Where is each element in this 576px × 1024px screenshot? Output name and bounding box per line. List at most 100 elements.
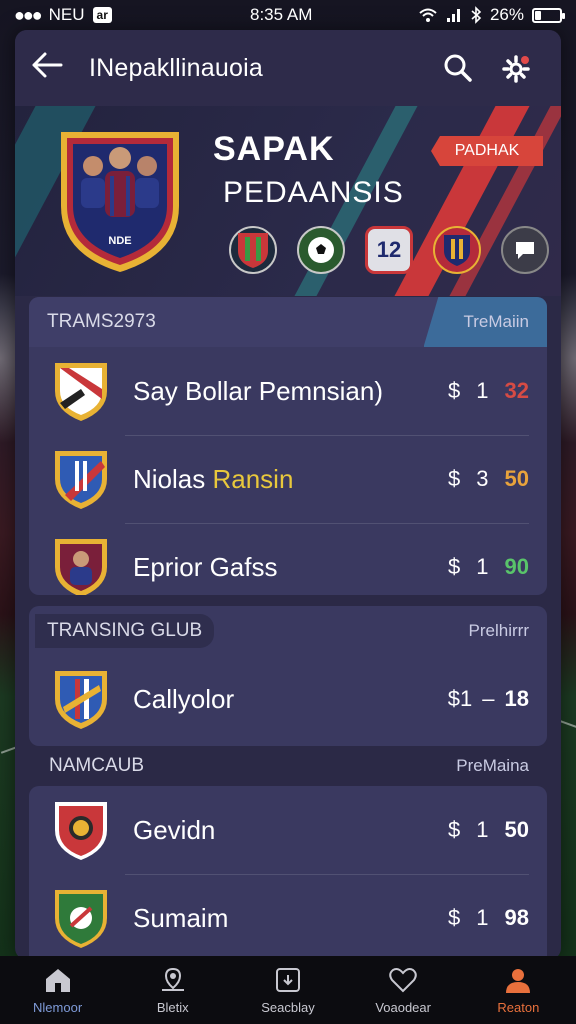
section-title: NAMCAUB	[49, 755, 145, 776]
price-symbol: $	[448, 817, 461, 842]
heart-icon	[389, 967, 417, 992]
status-bar: ●●● NEU ar 8:35 AM 26%	[0, 0, 576, 30]
nav-schedule[interactable]: Seacblay	[233, 966, 343, 1015]
item-name: Gevidn	[133, 814, 216, 845]
map-pin-icon	[161, 967, 184, 991]
nav-label: Reaton	[497, 999, 540, 1015]
number-badge-text: 12	[376, 237, 402, 262]
back-button[interactable]	[31, 51, 89, 85]
battery-percent: 26%	[489, 5, 524, 24]
price-symbol: $	[448, 554, 461, 579]
section-transing-club: TRANSING GLUB Prelhirrr Callyolor $1 – 1…	[29, 606, 547, 746]
nav-label: Bletix	[156, 999, 189, 1015]
nav-home[interactable]: Nlemoor	[3, 966, 113, 1015]
top-app-bar: INepakllinauoia	[15, 30, 561, 106]
price-value-a: –	[482, 686, 495, 711]
item-name: Sumaim	[133, 902, 229, 933]
price-value-b: 50	[504, 817, 529, 842]
crest-icon-blue-red[interactable]	[433, 226, 481, 274]
home-icon	[45, 968, 70, 992]
search-button[interactable]	[429, 53, 487, 83]
price-symbol: $	[448, 378, 461, 403]
bluetooth-icon	[471, 6, 482, 24]
number-badge[interactable]: 12	[365, 226, 413, 274]
list-item[interactable]: Eprior Gafss $ 1 90	[29, 523, 547, 595]
section-title: TRAMS2973	[47, 311, 156, 332]
item-name: Say Bollar Pemnsian)	[133, 375, 383, 406]
price-value-a: 1	[476, 905, 489, 930]
profile-icon	[506, 968, 531, 993]
search-icon	[444, 54, 472, 82]
signal-dots-icon: ●●●	[14, 4, 43, 25]
price-symbol: $	[448, 466, 461, 491]
shield-icon	[238, 233, 268, 268]
shield-icon	[444, 235, 470, 266]
section-tag[interactable]: PreMaina	[456, 756, 529, 776]
back-arrow-icon	[32, 52, 63, 78]
item-name: Niolas Ransin	[133, 464, 448, 495]
crest-icon-red-green[interactable]	[229, 226, 277, 274]
section-tag[interactable]: TreMaiin	[423, 297, 547, 347]
price-symbol: $1	[447, 686, 473, 711]
soccer-ball-icon	[308, 237, 334, 263]
team-hero-banner: NDE SAPAK PEDAANSIS PADHAK 12	[15, 106, 561, 296]
page-title: INepakllinauoia	[89, 53, 263, 82]
price-value-b: 18	[504, 686, 529, 711]
item-price: $ 1 50	[448, 817, 529, 843]
list-item[interactable]: Callyolor $1 – 18	[29, 656, 547, 742]
price-value-a: 3	[476, 466, 489, 491]
club-crest-icon	[55, 451, 107, 509]
item-price: $ 1 32	[448, 378, 529, 404]
section-namcaub: Gevidn $ 1 50 Sumaim $ 1 98	[29, 786, 547, 956]
club-crest-icon	[55, 539, 107, 595]
gear-icon	[502, 55, 530, 83]
item-name-highlight: Ransin	[212, 463, 294, 494]
section-header: TRAMS2973 TreMaiin	[29, 297, 547, 347]
item-price: $ 3 50	[448, 466, 529, 492]
crest-text: NDE	[108, 235, 131, 247]
section-tag[interactable]: Prelhirrr	[469, 621, 529, 641]
cell-signal-icon	[446, 9, 460, 22]
list-item[interactable]: Niolas Ransin $ 3 50	[29, 435, 547, 523]
team-crest: NDE	[61, 132, 179, 272]
nav-label: Voaodear	[375, 999, 431, 1015]
club-crest-icon	[55, 802, 107, 860]
item-name: Callyolor	[133, 683, 235, 714]
soccer-ball-button[interactable]	[297, 226, 345, 274]
club-crest-icon	[55, 671, 107, 729]
item-price: $ 1 98	[448, 905, 529, 931]
nav-map[interactable]: Bletix	[118, 966, 228, 1015]
price-value-b: 50	[504, 466, 529, 491]
price-value-b: 90	[504, 554, 529, 579]
price-value-b: 32	[504, 378, 529, 403]
carrier-name: NEU	[48, 5, 85, 24]
list-item[interactable]: Gevidn $ 1 50	[29, 786, 547, 874]
battery-icon	[532, 7, 565, 23]
nav-label: Nlemoor	[33, 999, 83, 1015]
settings-button[interactable]	[487, 53, 545, 83]
item-name-part: Niolas	[133, 463, 213, 494]
section-trams: TRAMS2973 TreMaiin Say Bollar Pemnsian) …	[29, 297, 547, 595]
team-badge: PADHAK	[431, 136, 543, 166]
nav-label: Seacblay	[261, 999, 315, 1015]
price-value-a: 1	[476, 817, 489, 842]
list-item[interactable]: Sumaim $ 1 98	[29, 874, 547, 956]
nav-favorites[interactable]: Voaodear	[348, 966, 458, 1015]
club-crest-icon	[55, 890, 107, 948]
section-header: TRANSING GLUB Prelhirrr	[29, 606, 547, 656]
chat-button[interactable]	[501, 226, 549, 274]
section-title: TRANSING GLUB	[35, 614, 215, 648]
calendar-icon	[275, 967, 300, 992]
price-value-a: 1	[476, 378, 489, 403]
team-subtitle: PEDAANSIS	[223, 176, 404, 209]
item-price: $ 1 90	[448, 554, 529, 580]
price-value-b: 98	[504, 905, 529, 930]
team-title: SAPAK	[213, 130, 335, 168]
price-symbol: $	[448, 905, 461, 930]
club-crest-icon	[55, 363, 107, 421]
nav-profile[interactable]: Reaton	[463, 966, 573, 1015]
status-time: 8:35 AM	[250, 5, 313, 24]
list-item[interactable]: Say Bollar Pemnsian) $ 1 32	[29, 347, 547, 435]
section-namcaub-header: NAMCAUB PreMaina	[29, 746, 547, 786]
hero-icon-row: 12	[229, 226, 549, 274]
